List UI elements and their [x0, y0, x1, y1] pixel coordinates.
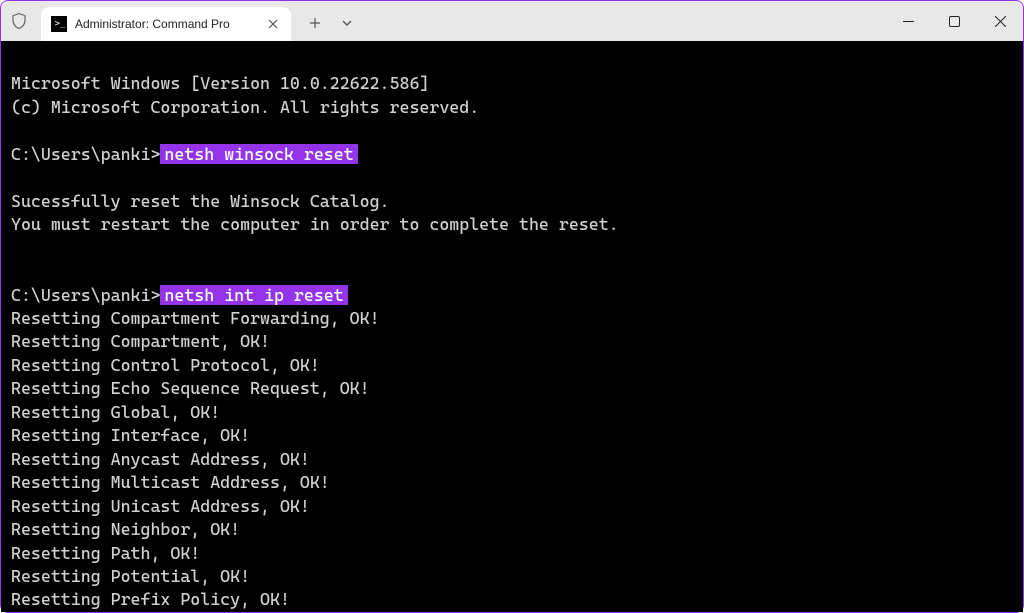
- terminal-line: Resetting Potential, OK!: [11, 565, 1013, 588]
- minimize-button[interactable]: [885, 1, 931, 41]
- maximize-button[interactable]: [931, 1, 977, 41]
- terminal-line: [11, 119, 1013, 142]
- terminal-line: [11, 166, 1013, 189]
- window-titlebar: >_ Administrator: Command Pro: [1, 1, 1023, 41]
- terminal-line: [11, 260, 1013, 283]
- terminal-prompt-line: C:\Users\panki>netsh winsock reset: [11, 143, 1013, 166]
- terminal-line: Resetting Prefix Policy, OK!: [11, 588, 1013, 611]
- cmd-icon: >_: [51, 16, 67, 32]
- titlebar-left: >_ Administrator: Command Pro: [9, 1, 361, 41]
- tab-dropdown-button[interactable]: [333, 9, 361, 37]
- terminal-line: Resetting Neighbor, OK!: [11, 518, 1013, 541]
- terminal-line: Resetting Global, OK!: [11, 401, 1013, 424]
- window-controls: [885, 1, 1023, 41]
- tab-close-button[interactable]: [265, 16, 281, 32]
- terminal-prompt-line: C:\Users\panki>netsh int ip reset: [11, 284, 1013, 307]
- terminal-line: Resetting Compartment, OK!: [11, 330, 1013, 353]
- terminal-line: Resetting Multicast Address, OK!: [11, 471, 1013, 494]
- shield-icon: [9, 11, 29, 31]
- terminal-line: Resetting Path, OK!: [11, 542, 1013, 565]
- new-tab-button[interactable]: [301, 9, 329, 37]
- prompt-prefix: C:\Users\panki>: [11, 144, 160, 164]
- terminal-line: Resetting Unicast Address, OK!: [11, 495, 1013, 518]
- tab-active[interactable]: >_ Administrator: Command Pro: [41, 7, 291, 41]
- terminal-line: [11, 237, 1013, 260]
- highlighted-command: netsh int ip reset: [160, 285, 347, 305]
- terminal-line: Sucessfully reset the Winsock Catalog.: [11, 190, 1013, 213]
- tab-title: Administrator: Command Pro: [75, 17, 257, 31]
- highlighted-command: netsh winsock reset: [160, 144, 357, 164]
- terminal-line: (c) Microsoft Corporation. All rights re…: [11, 96, 1013, 119]
- tab-actions: [301, 9, 361, 37]
- terminal-line: Resetting Compartment Forwarding, OK!: [11, 307, 1013, 330]
- terminal-line: Resetting Echo Sequence Request, OK!: [11, 377, 1013, 400]
- prompt-prefix: C:\Users\panki>: [11, 285, 160, 305]
- close-button[interactable]: [977, 1, 1023, 41]
- terminal-line: Resetting Anycast Address, OK!: [11, 448, 1013, 471]
- terminal-output[interactable]: Microsoft Windows [Version 10.0.22622.58…: [1, 41, 1023, 612]
- terminal-line: Resetting Control Protocol, OK!: [11, 354, 1013, 377]
- terminal-line: You must restart the computer in order t…: [11, 213, 1013, 236]
- terminal-line: Microsoft Windows [Version 10.0.22622.58…: [11, 72, 1013, 95]
- terminal-line: Resetting Interface, OK!: [11, 424, 1013, 447]
